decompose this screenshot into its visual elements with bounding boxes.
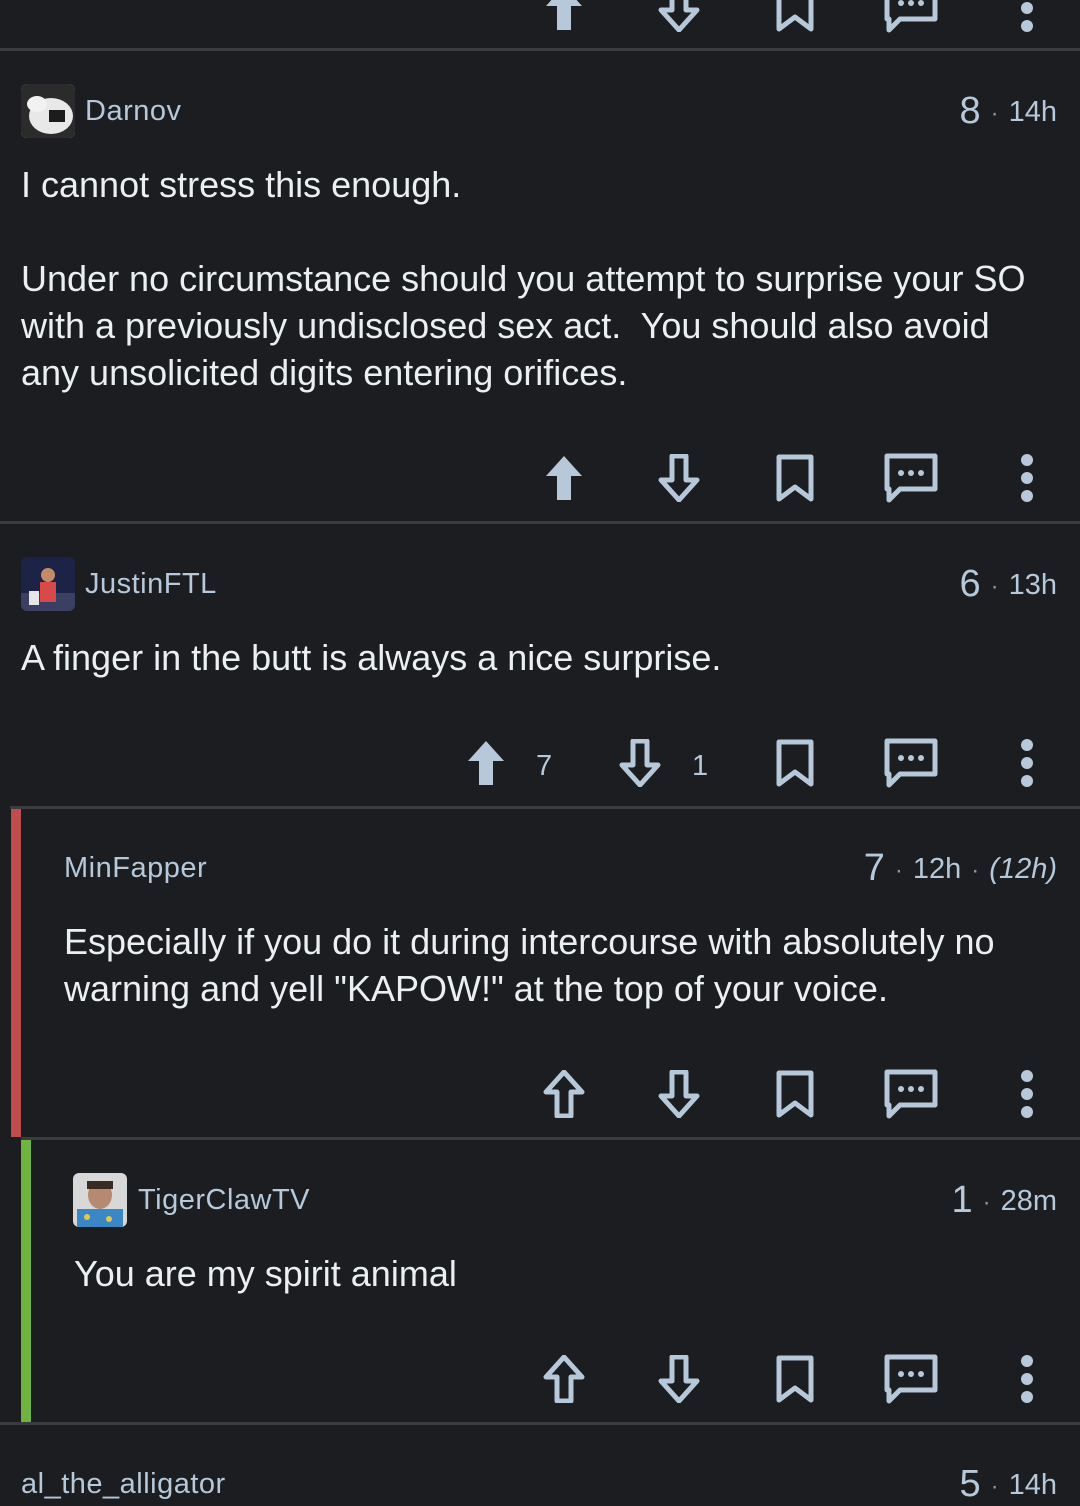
comment-bubble-icon (884, 453, 938, 503)
save-button[interactable] (765, 448, 825, 508)
separator: · (982, 1189, 991, 1216)
comment-username[interactable]: Darnov (85, 95, 182, 128)
more-options-button[interactable] (997, 0, 1057, 38)
downvote-button[interactable] (649, 1349, 709, 1409)
divider (0, 521, 1080, 524)
upvote-button[interactable] (534, 448, 594, 508)
comment-bubble-icon (884, 738, 938, 788)
comment-score: 8 (959, 90, 981, 132)
arrow-up-icon (543, 1355, 585, 1403)
avatar[interactable] (21, 84, 75, 138)
comment-score: 1 (951, 1179, 973, 1221)
edited-time: (12h) (989, 853, 1057, 885)
save-button[interactable] (765, 0, 825, 38)
save-button[interactable] (765, 1349, 825, 1409)
upvote-button[interactable] (534, 1064, 594, 1124)
reply-button[interactable] (881, 448, 941, 508)
separator: · (990, 100, 999, 127)
arrow-down-icon (658, 1070, 700, 1118)
comment-username[interactable]: TigerClawTV (138, 1184, 310, 1217)
more-options-button[interactable] (997, 1064, 1057, 1124)
comment-body: Especially if you do it during intercour… (64, 921, 1005, 1009)
comment-age: 12h (912, 853, 962, 885)
more-vertical-icon (1021, 739, 1033, 787)
avatar[interactable] (73, 1173, 127, 1227)
reply-button[interactable] (881, 0, 941, 38)
reply-button[interactable] (881, 1349, 941, 1409)
bookmark-icon (776, 454, 814, 502)
reply-button[interactable] (881, 1064, 941, 1124)
comment-score: 5 (959, 1463, 981, 1505)
upvote-button[interactable] (456, 733, 516, 793)
comment-username[interactable]: JustinFTL (85, 568, 217, 601)
arrow-up-icon (468, 741, 504, 785)
more-options-button[interactable] (997, 733, 1057, 793)
comment-body: A finger in the butt is always a nice su… (21, 637, 722, 678)
comment-username[interactable]: al_the_alligator (21, 1468, 226, 1501)
comment-meta: 8 · 14h (959, 90, 1057, 133)
comment-score: 7 (863, 847, 885, 889)
comment-meta: 5 · 14h (959, 1463, 1057, 1506)
bookmark-icon (776, 0, 814, 32)
downvote-button[interactable] (610, 733, 670, 793)
save-button[interactable] (765, 1064, 825, 1124)
comment-bubble-icon (884, 0, 938, 33)
upvote-button[interactable] (534, 0, 594, 38)
comment-age: 14h (1008, 1469, 1057, 1501)
divider (0, 1422, 1080, 1425)
separator: · (894, 857, 903, 884)
downvote-button[interactable] (649, 1064, 709, 1124)
arrow-up-icon (546, 0, 582, 30)
thread-rail (11, 809, 21, 1137)
arrow-up-icon (546, 456, 582, 500)
divider (10, 806, 1080, 809)
arrow-down-icon (619, 739, 661, 787)
avatar[interactable] (21, 557, 75, 611)
more-options-button[interactable] (997, 1349, 1057, 1409)
reply-button[interactable] (881, 733, 941, 793)
thread-rail (21, 1140, 31, 1422)
separator: · (990, 1473, 999, 1500)
comment-body: I cannot stress this enough. Under no ci… (21, 164, 1026, 393)
comment-meta: 7 · 12h · (12h) (864, 847, 1057, 890)
downvote-button[interactable] (649, 0, 709, 38)
more-vertical-icon (1021, 2, 1033, 32)
comment-bubble-icon (884, 1069, 938, 1119)
divider (21, 1137, 1080, 1140)
comment-meta: 6 · 13h (959, 563, 1057, 606)
comment-meta: 1 · 28m (951, 1179, 1057, 1222)
arrow-up-icon (543, 1070, 585, 1118)
bookmark-icon (776, 1355, 814, 1403)
comment-age: 14h (1008, 96, 1057, 128)
more-vertical-icon (1021, 1070, 1033, 1118)
comment-age: 28m (1000, 1185, 1057, 1217)
upvote-count: 7 (536, 750, 553, 782)
downvote-button[interactable] (649, 448, 709, 508)
divider (0, 48, 1080, 51)
comment-age: 13h (1008, 569, 1057, 601)
downvote-count: 1 (692, 750, 709, 782)
separator: · (990, 573, 999, 600)
bookmark-icon (776, 1070, 814, 1118)
comment-score: 6 (959, 563, 981, 605)
arrow-down-icon (658, 1355, 700, 1403)
upvote-button[interactable] (534, 1349, 594, 1409)
comment-bubble-icon (884, 1354, 938, 1404)
comment-body: You are my spirit animal (74, 1253, 457, 1294)
more-options-button[interactable] (997, 448, 1057, 508)
save-button[interactable] (765, 733, 825, 793)
arrow-down-icon (658, 0, 700, 32)
arrow-down-icon (658, 454, 700, 502)
more-vertical-icon (1021, 454, 1033, 502)
comment-username[interactable]: MinFapper (64, 852, 207, 885)
separator: · (971, 857, 980, 884)
more-vertical-icon (1021, 1355, 1033, 1403)
bookmark-icon (776, 739, 814, 787)
